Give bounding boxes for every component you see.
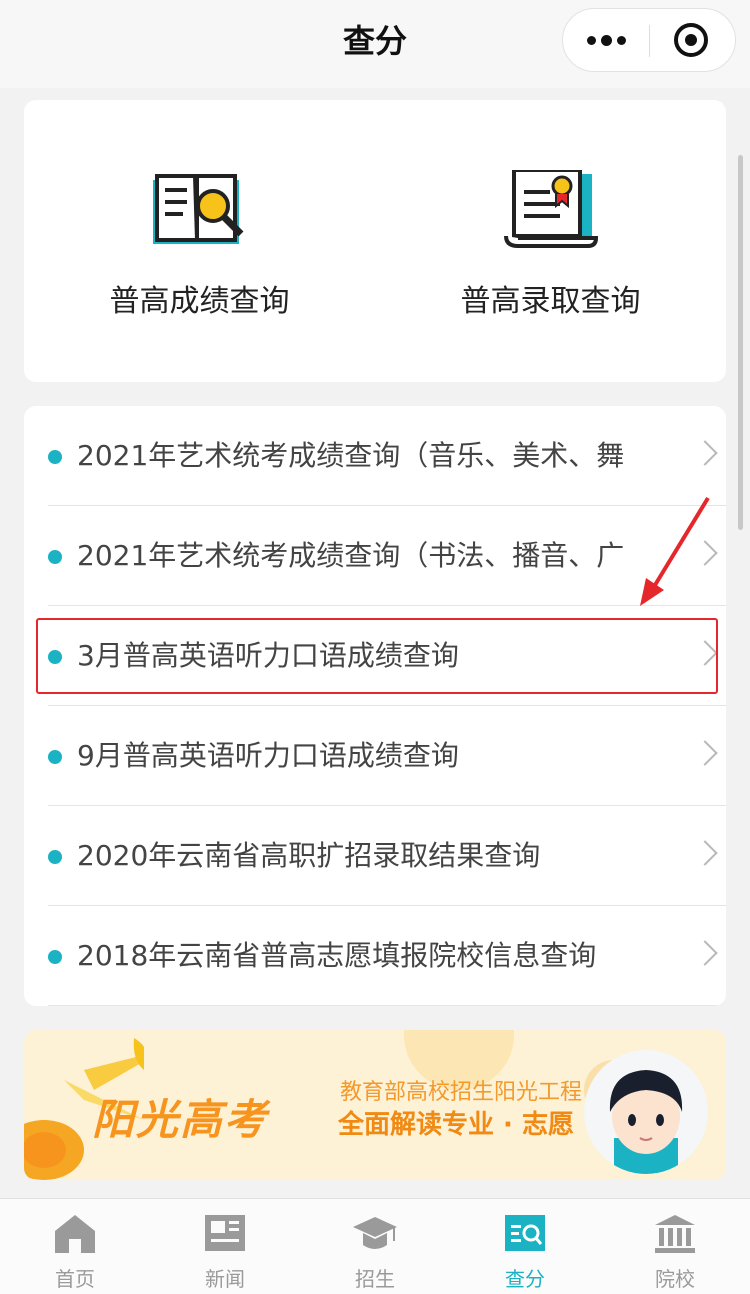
list-item[interactable]: 2021年艺术统考成绩查询（音乐、美术、舞	[24, 406, 726, 506]
list-item-label: 2021年艺术统考成绩查询（书法、播音、广	[77, 539, 625, 572]
quick-entry-score-label: 普高成绩查询	[109, 284, 290, 319]
scrollbar[interactable]	[738, 155, 743, 530]
bullet-icon	[48, 750, 62, 764]
bullet-icon	[48, 550, 62, 564]
score-search-icon	[505, 1215, 545, 1251]
tab-home[interactable]: 首页	[0, 1199, 150, 1294]
sunshine-gaokao-banner[interactable]: 阳光高考 教育部高校招生阳光工程 全面解读专业 · 志愿	[24, 1030, 726, 1180]
list-item[interactable]: 2021年艺术统考成绩查询（书法、播音、广	[24, 506, 726, 606]
bullet-icon	[48, 650, 62, 664]
list-item[interactable]: 2020年云南省高职扩招录取结果查询	[24, 806, 726, 906]
quick-entry-score[interactable]: 普高成绩查询	[24, 100, 375, 382]
tab-score[interactable]: 查分	[450, 1199, 600, 1294]
college-icon	[655, 1215, 695, 1253]
tab-label: 新闻	[205, 1267, 245, 1291]
quick-entry-admission-label: 普高录取查询	[460, 284, 641, 319]
banner-brand: 阳光高考	[92, 1095, 269, 1144]
home-icon	[55, 1215, 95, 1253]
tab-label: 院校	[655, 1267, 695, 1291]
chevron-right-icon	[692, 440, 718, 466]
list-item[interactable]: 2018年云南省普高志愿填报院校信息查询	[24, 906, 726, 1006]
list-item-label: 3月普高英语听力口语成绩查询	[77, 639, 459, 672]
query-list: 2021年艺术统考成绩查询（音乐、美术、舞 2021年艺术统考成绩查询（书法、播…	[24, 406, 726, 1006]
banner-tagline: 全面解读专业 · 志愿	[338, 1110, 574, 1140]
tab-admission[interactable]: 招生	[300, 1199, 450, 1294]
chevron-right-icon	[692, 640, 718, 666]
list-item[interactable]: 3月普高英语听力口语成绩查询	[24, 606, 726, 706]
tab-bar: 首页 新闻 招生 查分 院校	[0, 1198, 750, 1294]
close-program-button[interactable]	[674, 23, 708, 57]
list-item-label: 2020年云南省高职扩招录取结果查询	[77, 839, 541, 872]
quick-entry-admission[interactable]: 普高录取查询	[375, 100, 726, 382]
list-item[interactable]: 9月普高英语听力口语成绩查询	[24, 706, 726, 806]
list-item-label: 9月普高英语听力口语成绩查询	[77, 739, 459, 772]
banner-subtitle: 教育部高校招生阳光工程	[340, 1080, 583, 1105]
tab-label: 招生	[355, 1267, 395, 1291]
chevron-right-icon	[692, 540, 718, 566]
chevron-right-icon	[692, 840, 718, 866]
nav-header: 查分	[0, 0, 750, 88]
list-item-label: 2018年云南省普高志愿填报院校信息查询	[77, 939, 597, 972]
bullet-icon	[48, 950, 62, 964]
chevron-right-icon	[692, 740, 718, 766]
divider	[48, 1005, 726, 1006]
news-icon	[205, 1215, 245, 1251]
capsule-divider	[649, 25, 650, 57]
avatar	[584, 1050, 708, 1174]
list-item-label: 2021年艺术统考成绩查询（音乐、美术、舞	[77, 439, 625, 472]
tab-label: 首页	[55, 1267, 95, 1291]
more-menu-button[interactable]	[563, 9, 649, 71]
book-search-icon	[153, 174, 244, 244]
tab-news[interactable]: 新闻	[150, 1199, 300, 1294]
quick-entry-card: 普高成绩查询 普高录取查询	[24, 100, 726, 382]
graduation-cap-icon	[353, 1217, 397, 1249]
bullet-icon	[48, 850, 62, 864]
certificate-icon	[504, 170, 599, 248]
bullet-icon	[48, 450, 62, 464]
tab-label: 查分	[505, 1267, 545, 1291]
mini-program-capsule	[562, 8, 736, 72]
chevron-right-icon	[692, 940, 718, 966]
tab-college[interactable]: 院校	[600, 1199, 750, 1294]
